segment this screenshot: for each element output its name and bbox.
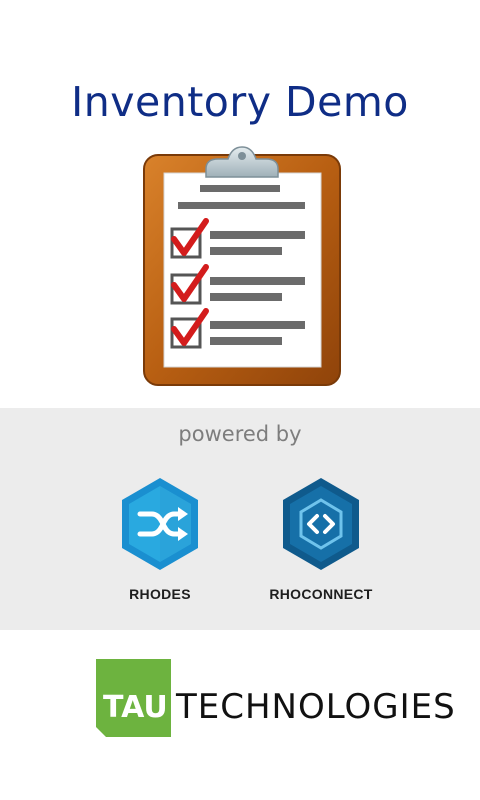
rhodes-label: RHODES — [129, 586, 191, 602]
splash-screen: Inventory Demo powered by RHODES RHOCONN… — [0, 0, 480, 800]
clipboard-checklist-icon — [140, 143, 344, 389]
tau-logo-text: TAU — [103, 690, 168, 725]
rhoconnect-label: RHOCONNECT — [269, 586, 373, 602]
rhodes-badge: RHODES — [75, 476, 245, 602]
company-name: TECHNOLOGIES — [176, 687, 456, 727]
powered-by-label: powered by — [178, 422, 302, 446]
code-sync-icon — [283, 478, 359, 570]
shuffle-icon — [122, 478, 198, 570]
tau-technologies-logo: TAU TECHNOLOGIES — [96, 659, 455, 737]
app-title: Inventory Demo — [71, 78, 409, 126]
rhoconnect-badge: RHOCONNECT — [236, 476, 406, 602]
tau-logo-mark: TAU — [96, 659, 171, 737]
